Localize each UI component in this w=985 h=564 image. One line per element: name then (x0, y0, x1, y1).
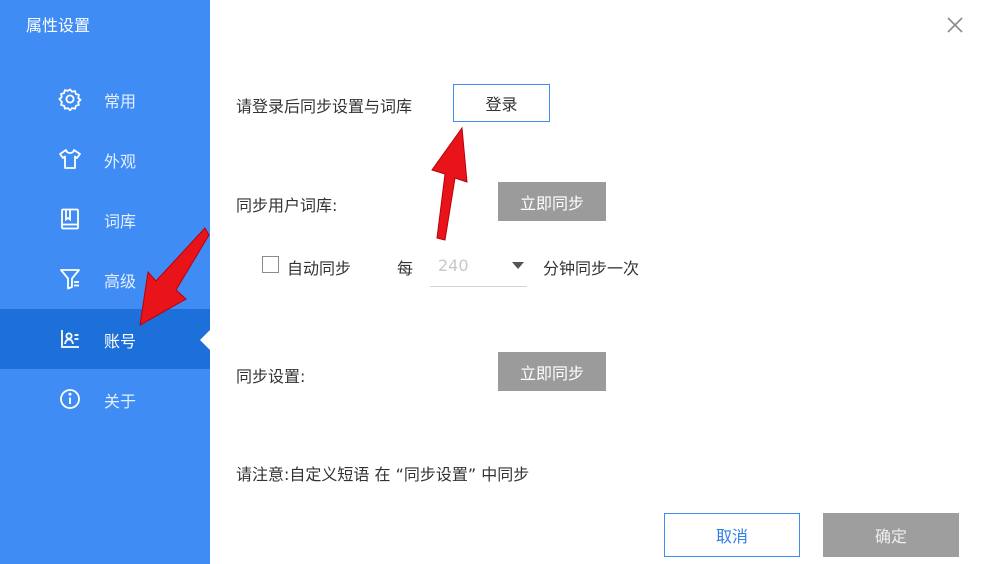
sidebar-item-advanced[interactable]: 高级 (0, 249, 210, 309)
note-text: 请注意:自定义短语 在 “同步设置” 中同步 (236, 465, 530, 484)
filter-icon (60, 269, 80, 290)
sync-interval-select[interactable]: 240 (430, 248, 527, 287)
sidebar-item-appearance[interactable]: 外观 (0, 129, 210, 189)
chevron-down-icon (512, 262, 524, 269)
sidebar: 属性设置 常用 外观 词库 高级 账号 关于 (0, 0, 210, 564)
sidebar-item-label: 常用 (104, 92, 137, 111)
sidebar-item-account[interactable]: 账号 (0, 309, 210, 369)
every-label: 每 (397, 259, 414, 278)
sidebar-item-label: 关于 (104, 392, 137, 411)
cancel-button[interactable]: 取消 (664, 513, 800, 557)
sidebar-item-label: 账号 (104, 332, 137, 351)
info-icon (60, 389, 80, 409)
gear-icon (58, 88, 82, 111)
sidebar-item-general[interactable]: 常用 (0, 69, 210, 129)
auto-sync-checkbox[interactable] (262, 256, 279, 273)
sidebar-item-about[interactable]: 关于 (0, 369, 210, 429)
sidebar-item-label: 高级 (104, 272, 137, 291)
book-icon (61, 208, 79, 230)
sync-dictionary-now-button[interactable]: 立即同步 (498, 182, 606, 221)
shirt-icon (59, 149, 81, 169)
interval-suffix: 分钟同步一次 (543, 259, 640, 278)
window-title: 属性设置 (26, 16, 91, 35)
sync-settings-label: 同步设置: (236, 367, 306, 386)
sync-settings-now-button[interactable]: 立即同步 (498, 352, 606, 391)
account-card-icon (61, 330, 79, 348)
active-indicator (200, 330, 210, 350)
confirm-button[interactable]: 确定 (823, 513, 959, 557)
auto-sync-label: 自动同步 (287, 259, 352, 278)
sync-interval-value: 240 (438, 256, 469, 275)
arrow-to-login-icon (431, 126, 468, 241)
sidebar-item-label: 外观 (104, 152, 137, 171)
sync-dictionary-label: 同步用户词库: (236, 196, 338, 215)
login-button[interactable]: 登录 (453, 84, 550, 122)
login-prompt: 请登录后同步设置与词库 (236, 97, 413, 116)
sidebar-item-dictionary[interactable]: 词库 (0, 189, 210, 249)
sidebar-item-label: 词库 (104, 212, 137, 231)
close-icon[interactable] (942, 12, 968, 38)
